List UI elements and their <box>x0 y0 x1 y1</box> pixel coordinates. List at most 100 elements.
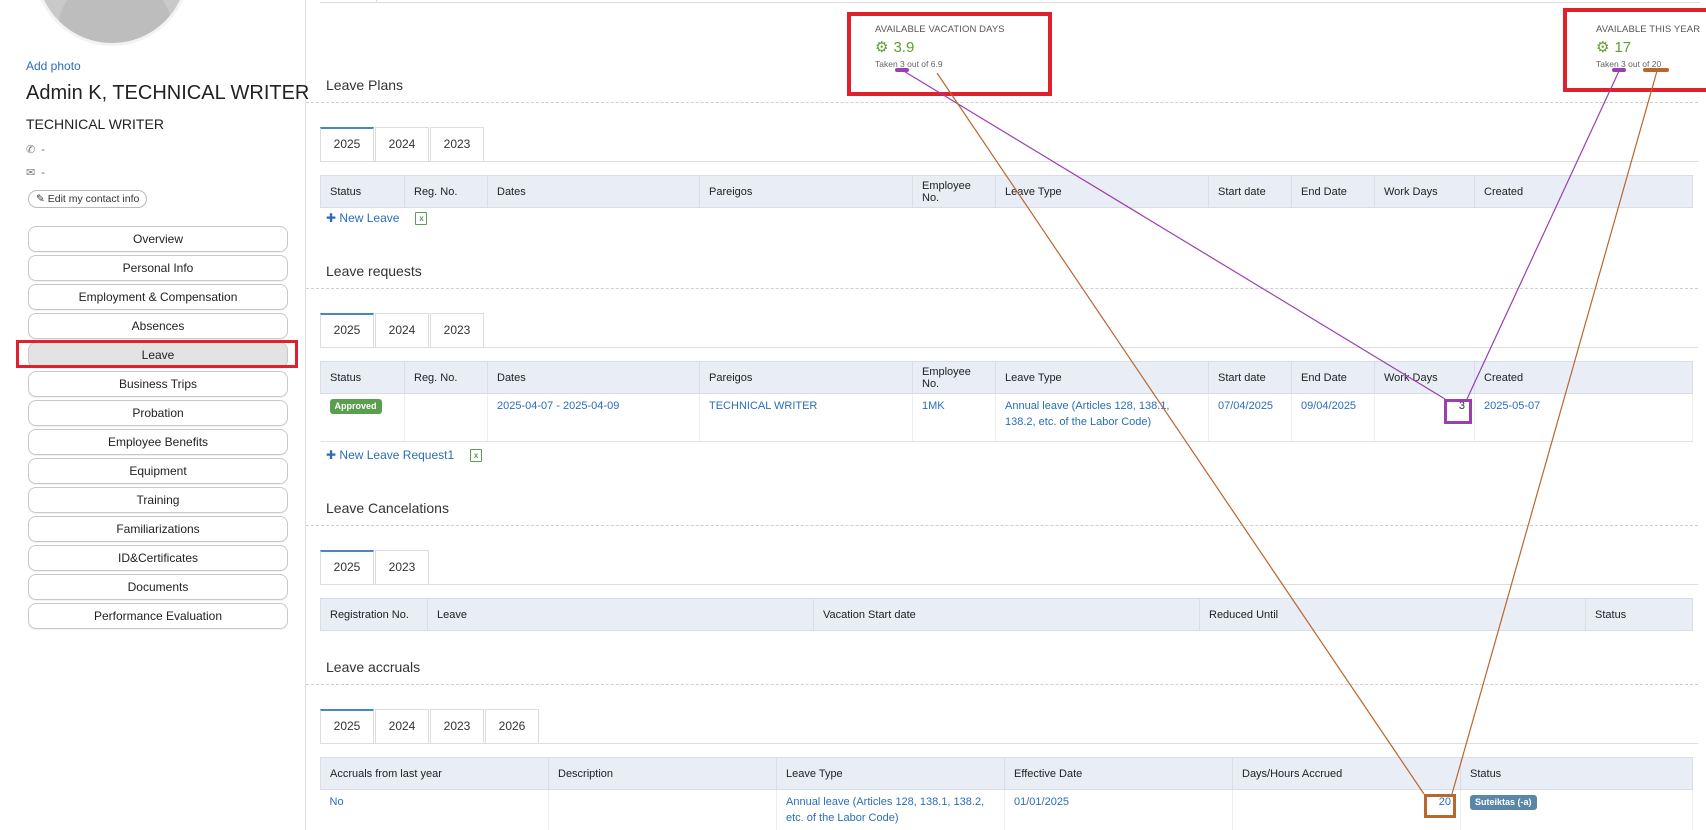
excel-icon[interactable]: x <box>470 448 483 462</box>
new-leave-row: ✚ New Leave x <box>326 211 428 225</box>
col-status[interactable]: Status <box>320 175 405 208</box>
leave-type-cell[interactable]: Annual leave (Articles 128, 138.1, 138.2… <box>776 789 1005 830</box>
end-date-cell[interactable]: 09/04/2025 <box>1291 393 1375 442</box>
start-date-cell[interactable]: 07/04/2025 <box>1208 393 1292 442</box>
plus-icon: ✚ <box>326 448 337 462</box>
col-employee-no[interactable]: Employee No. <box>912 361 996 394</box>
col-start-date[interactable]: Start date <box>1208 361 1292 394</box>
email-row: ✉ - <box>26 166 45 179</box>
dates-cell[interactable]: 2025-04-07 - 2025-04-09 <box>487 393 700 442</box>
leave-cancelations-tabs: 2025 2023 <box>320 550 430 584</box>
tab-2023[interactable]: 2023 <box>430 127 484 161</box>
effective-date-cell[interactable]: 01/01/2025 <box>1004 789 1233 830</box>
leave-type-cell[interactable]: Annual leave (Articles 128, 138.1, 138.2… <box>995 393 1209 442</box>
nav-overview[interactable]: Overview <box>28 226 288 252</box>
leave-accruals-title: Leave accruals <box>326 659 421 675</box>
avatar-silhouette <box>59 0 171 43</box>
leave-nav-highlight <box>16 340 298 368</box>
col-description[interactable]: Description <box>548 757 777 790</box>
col-start-date[interactable]: Start date <box>1208 175 1292 208</box>
col-registration-no[interactable]: Registration No. <box>320 598 428 631</box>
kpi-vacation-highlight <box>847 12 1052 96</box>
leave-main: AVAILABLE VACATION DAYS ⚙ 3.9 Taken 3 out… <box>306 0 1706 830</box>
col-reg-no[interactable]: Reg. No. <box>404 175 488 208</box>
table-row[interactable]: No Annual leave (Articles 128, 138.1, 13… <box>320 789 1693 830</box>
tab-2024[interactable]: 2024 <box>375 127 429 161</box>
col-effective-date[interactable]: Effective Date <box>1004 757 1233 790</box>
col-position[interactable]: Pareigos <box>699 361 913 394</box>
leave-cancelations-table: Registration No. Leave Vacation Start da… <box>320 598 1693 631</box>
nav-training[interactable]: Training <box>28 487 288 513</box>
col-vacation-start-date[interactable]: Vacation Start date <box>813 598 1200 631</box>
col-leave-type[interactable]: Leave Type <box>995 175 1209 208</box>
nav-performance-evaluation[interactable]: Performance Evaluation <box>28 603 288 629</box>
employee-no-cell[interactable]: 1MK <box>912 393 996 442</box>
tab-2025[interactable]: 2025 <box>320 550 374 584</box>
nav-employment-compensation[interactable]: Employment & Compensation <box>28 284 288 310</box>
tab-2023[interactable]: 2023 <box>430 709 484 743</box>
phone-row: ✆ - <box>26 143 45 156</box>
position-cell[interactable]: TECHNICAL WRITER <box>699 393 913 442</box>
col-created[interactable]: Created <box>1474 361 1693 394</box>
nav-employee-benefits[interactable]: Employee Benefits <box>28 429 288 455</box>
nav-familiarizations[interactable]: Familiarizations <box>28 516 288 542</box>
created-cell[interactable]: 2025-05-07 <box>1474 393 1693 442</box>
status-cell: Suteiktas (-a) <box>1460 789 1693 830</box>
nav-id-certificates[interactable]: ID&Certificates <box>28 545 288 571</box>
col-work-days[interactable]: Work Days <box>1374 361 1475 394</box>
col-end-date[interactable]: End Date <box>1291 361 1375 394</box>
add-photo-link[interactable]: Add photo <box>26 59 81 73</box>
new-leave-request-button[interactable]: ✚ New Leave Request1 <box>326 448 454 462</box>
tab-2024[interactable]: 2024 <box>375 313 429 347</box>
avatar[interactable] <box>34 0 190 46</box>
section-divider <box>306 288 1698 289</box>
tab-2025[interactable]: 2025 <box>320 709 374 743</box>
col-leave-type[interactable]: Leave Type <box>995 361 1209 394</box>
leave-plans-tabs: 2025 2024 2023 <box>320 127 485 161</box>
tab-2025[interactable]: 2025 <box>320 313 374 347</box>
col-position[interactable]: Pareigos <box>699 175 913 208</box>
col-reg-no[interactable]: Reg. No. <box>404 361 488 394</box>
tab-2023[interactable]: 2023 <box>375 550 429 584</box>
col-status[interactable]: Status <box>1585 598 1693 631</box>
table-row[interactable]: Approved 2025-04-07 - 2025-04-09 TECHNIC… <box>320 393 1693 442</box>
nav-absences[interactable]: Absences <box>28 313 288 339</box>
tab-2024[interactable]: 2024 <box>375 709 429 743</box>
col-status[interactable]: Status <box>320 361 405 394</box>
col-reduced-until[interactable]: Reduced Until <box>1199 598 1586 631</box>
col-dates[interactable]: Dates <box>487 361 700 394</box>
nav-documents[interactable]: Documents <box>28 574 288 600</box>
edit-contact-button[interactable]: ✎ Edit my contact info <box>28 190 148 208</box>
col-days-hours-accrued[interactable]: Days/Hours Accrued <box>1232 757 1461 790</box>
col-dates[interactable]: Dates <box>487 175 700 208</box>
col-work-days[interactable]: Work Days <box>1374 175 1475 208</box>
col-accruals-from-last-year[interactable]: Accruals from last year <box>320 757 549 790</box>
top-tab-strip <box>320 0 1700 3</box>
email-value[interactable]: - <box>41 167 45 179</box>
phone-value[interactable]: - <box>41 144 45 156</box>
profile-sidebar: Add photo Admin K, TECHNICAL WRITER TECH… <box>0 0 309 830</box>
section-divider <box>306 102 1698 103</box>
col-leave-type[interactable]: Leave Type <box>776 757 1005 790</box>
tab-2025[interactable]: 2025 <box>320 127 374 161</box>
tab-2026[interactable]: 2026 <box>485 709 539 743</box>
nav-equipment[interactable]: Equipment <box>28 458 288 484</box>
new-leave-button[interactable]: ✚ New Leave <box>326 211 399 225</box>
nav-personal-info[interactable]: Personal Info <box>28 255 288 281</box>
col-leave[interactable]: Leave <box>427 598 814 631</box>
nav-business-trips[interactable]: Business Trips <box>28 371 288 397</box>
col-status[interactable]: Status <box>1460 757 1693 790</box>
profile-nav: Overview Personal Info Employment & Comp… <box>28 226 288 632</box>
excel-icon[interactable]: x <box>415 211 428 225</box>
col-end-date[interactable]: End Date <box>1291 175 1375 208</box>
plus-icon: ✚ <box>326 211 337 225</box>
from-last-year-cell[interactable]: No <box>320 789 549 830</box>
col-employee-no[interactable]: Employee No. <box>912 175 996 208</box>
status-badge: Approved <box>329 399 382 414</box>
col-created[interactable]: Created <box>1474 175 1693 208</box>
section-divider <box>306 525 1698 526</box>
tab-2023[interactable]: 2023 <box>430 313 484 347</box>
accrued-highlight <box>1424 794 1456 818</box>
leave-cancelations-title: Leave Cancelations <box>326 500 449 516</box>
nav-probation[interactable]: Probation <box>28 400 288 426</box>
